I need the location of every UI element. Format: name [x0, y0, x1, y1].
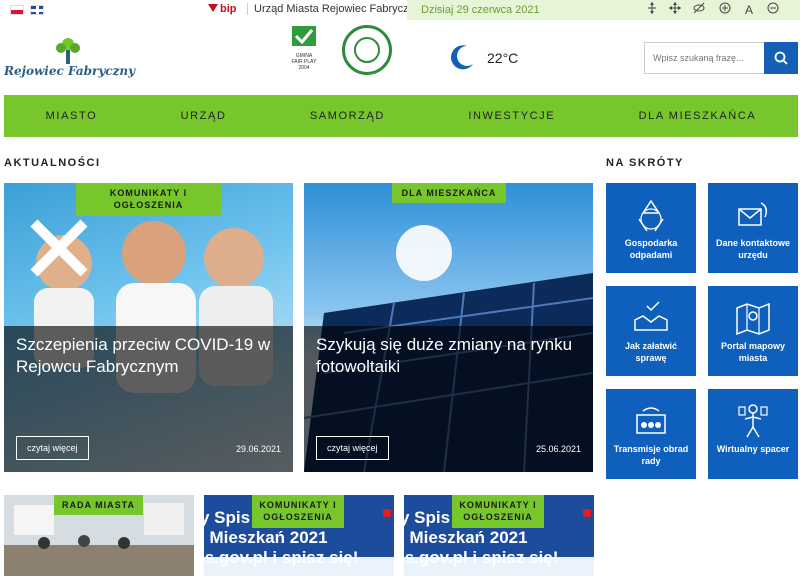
- nav-item-dla-mieszkanca[interactable]: DLA MIESZKAŃCA: [639, 110, 757, 122]
- checkmark-icon: [292, 26, 316, 46]
- shortcut-label: Transmisje obrad rady: [613, 444, 689, 466]
- news-overlay: Szykują się duże zmiany na rynku fotowol…: [304, 326, 593, 472]
- nav-item-samorzad[interactable]: SAMORZĄD: [310, 110, 385, 122]
- logo-text: Rejowiec Fabryczny: [4, 64, 136, 78]
- shortcut-label: Dane kontaktowe urzędu: [715, 238, 791, 260]
- eye-off-icon[interactable]: [691, 2, 707, 18]
- news-card-photovoltaics[interactable]: DLA MIESZKAŃCA Szykują się duże zmiany n…: [304, 183, 593, 472]
- award-seal[interactable]: [342, 25, 392, 75]
- seal-emblem-icon: [354, 37, 380, 63]
- date-bar: Dzisiaj 29 czerwca 2021 A: [407, 0, 800, 20]
- bip-link[interactable]: bip: [208, 3, 237, 15]
- map-icon: [736, 302, 770, 336]
- broadcast-icon: [636, 407, 666, 434]
- shortcut-label: Gospodarka odpadami: [624, 238, 678, 260]
- font-size-icon[interactable]: A: [741, 2, 757, 18]
- weather-moon-icon: [451, 45, 473, 70]
- category-badge[interactable]: KOMUNIKATY I OGŁOSZENIA: [252, 495, 344, 528]
- news-card-rada-miasta[interactable]: RADA MIASTA: [4, 495, 194, 576]
- fairplay-line-3: 2004: [298, 65, 310, 71]
- category-badge[interactable]: KOMUNIKATY I OGŁOSZENIA: [76, 183, 221, 216]
- shortcut-map[interactable]: Portal mapowy miasta: [708, 286, 798, 376]
- news-date: 25.06.2021: [535, 444, 581, 454]
- news-card-covid[interactable]: KOMUNIKATY I OGŁOSZENIA Szczepienia prze…: [4, 183, 293, 472]
- news-title[interactable]: Szykują się duże zmiany na rynku fotowol…: [316, 334, 581, 378]
- news-section-title: AKTUALNOŚCI: [4, 157, 101, 169]
- category-badge[interactable]: KOMUNIKATY I OGŁOSZENIA: [452, 495, 544, 528]
- shortcut-virtual-walk[interactable]: Wirtualny spacer: [708, 389, 798, 479]
- read-more-button[interactable]: czytaj więcej: [16, 436, 89, 460]
- nav-item-miasto[interactable]: MIASTO: [46, 110, 98, 122]
- zoom-out-icon[interactable]: [765, 2, 781, 18]
- search-input[interactable]: [644, 42, 764, 74]
- news-overlay: Szczepienia przeciw COVID-19 w Rejowcu F…: [4, 326, 293, 472]
- temperature: 22°C: [487, 50, 519, 66]
- shortcut-waste[interactable]: Gospodarka odpadami: [606, 183, 696, 273]
- shortcut-label: Portal mapowy miasta: [720, 341, 785, 363]
- contrast-icon[interactable]: [644, 2, 660, 18]
- move-icon[interactable]: [667, 2, 683, 18]
- shortcuts-section-title: NA SKRÓTY: [606, 157, 684, 169]
- shortcut-contact[interactable]: Dane kontaktowe urzędu: [708, 183, 798, 273]
- category-badge[interactable]: RADA MIASTA: [54, 495, 143, 515]
- shortcut-how-to[interactable]: Jak załatwić sprawę: [606, 286, 696, 376]
- zoom-in-icon[interactable]: [717, 2, 733, 18]
- shortcut-label: Jak załatwić sprawę: [624, 341, 678, 363]
- category-badge[interactable]: DLA MIESZKAŃCA: [392, 183, 506, 203]
- contact-icon: [738, 202, 768, 226]
- news-date: 29.06.2021: [235, 444, 281, 454]
- recycle-icon: [638, 199, 664, 232]
- read-more-button[interactable]: czytaj więcej: [316, 436, 389, 460]
- close-ad-icon[interactable]: [383, 509, 391, 517]
- fairplay-badge[interactable]: GMINA FAIR PLAY 2004: [284, 26, 324, 76]
- nav-item-inwestycje[interactable]: INWESTYCJE: [468, 110, 555, 122]
- tree-logo-icon: [56, 38, 80, 64]
- close-ad-icon[interactable]: [583, 509, 591, 517]
- flag-pl[interactable]: [10, 5, 24, 15]
- site-logo[interactable]: Rejowiec Fabryczny: [4, 36, 136, 84]
- nav-item-urzad[interactable]: URZĄD: [181, 110, 227, 122]
- search-button[interactable]: [764, 42, 798, 74]
- bip-icon: [208, 4, 218, 12]
- shortcut-broadcast[interactable]: Transmisje obrad rady: [606, 389, 696, 479]
- shortcut-label: Wirtualny spacer: [716, 444, 790, 454]
- news-card-census-1[interactable]: y Spis i Mieszkań 2021 is.gov.pl i spisz s…: [204, 495, 394, 576]
- bip-label: bip: [220, 3, 237, 15]
- office-name[interactable]: Urząd Miasta Rejowiec Fabryczny: [247, 3, 420, 15]
- search-icon: [774, 51, 788, 65]
- main-nav: MIASTO URZĄD SAMORZĄD INWESTYCJE DLA MIE…: [4, 95, 798, 137]
- flag-en[interactable]: [30, 5, 44, 15]
- news-title[interactable]: Szczepienia przeciw COVID-19 w Rejowcu F…: [16, 334, 281, 378]
- handshake-icon: [634, 301, 668, 331]
- news-card-census-2[interactable]: y Spis i Mieszkań 2021 is.gov.pl i spisz s…: [404, 495, 594, 576]
- current-date: Dzisiaj 29 czerwca 2021: [421, 4, 540, 16]
- walk-icon: [738, 404, 768, 438]
